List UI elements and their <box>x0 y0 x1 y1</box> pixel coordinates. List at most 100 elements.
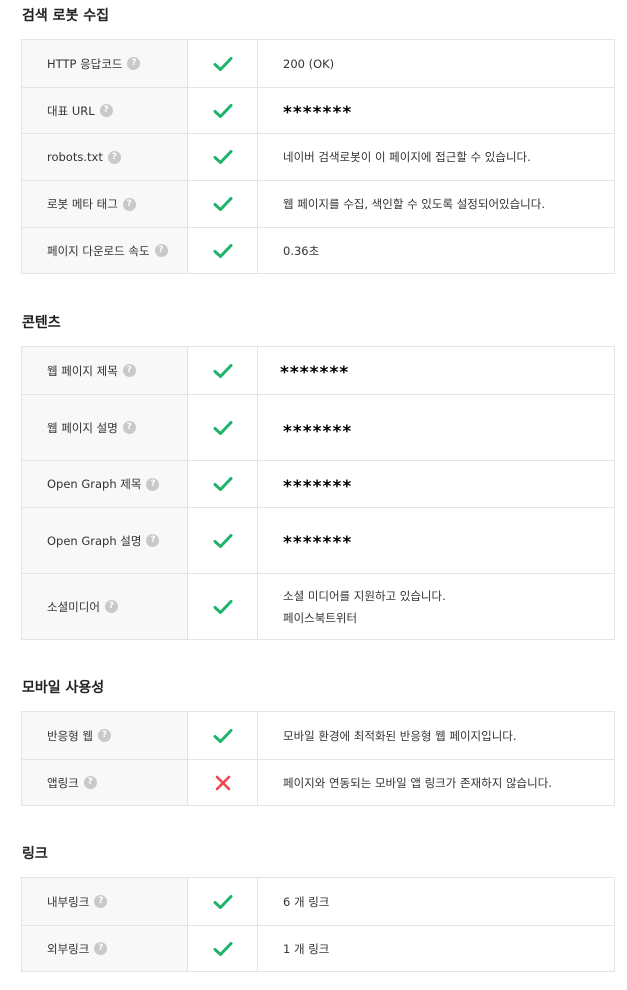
table-row: 외부링크 ? 1 개 링크 <box>22 925 614 971</box>
row-label-cell: 로봇 메타 태그 ? <box>22 181 188 227</box>
help-icon[interactable]: ? <box>94 942 108 955</box>
status-cell <box>188 395 258 460</box>
row-label-cell: 반응형 웹 ? <box>22 712 188 759</box>
row-label-cell: 앱링크 ? <box>22 760 188 805</box>
check-icon <box>213 103 233 119</box>
row-value: 소셜 미디어를 지원하고 있습니다. <box>283 588 446 603</box>
row-label: 페이지 다운로드 속도 <box>47 243 150 258</box>
check-icon <box>213 728 233 744</box>
row-label: 웹 페이지 제목 <box>47 363 118 378</box>
status-cell <box>188 228 258 273</box>
table-row: 앱링크 ? 페이지와 연동되는 모바일 앱 링크가 존재하지 않습니다. <box>22 759 614 805</box>
status-cell <box>188 134 258 180</box>
check-icon <box>213 599 233 615</box>
check-icon <box>213 476 233 492</box>
row-value-social-list: 페이스북트위터 <box>283 610 358 625</box>
row-value-cell: ******* <box>258 88 614 133</box>
help-icon[interactable]: ? <box>122 421 136 434</box>
row-value-masked: ******* <box>280 362 350 383</box>
help-icon[interactable]: ? <box>94 895 108 908</box>
table-row: 대표 URL ? ******* <box>22 87 614 133</box>
row-value: 페이지와 연동되는 모바일 앱 링크가 존재하지 않습니다. <box>283 775 552 790</box>
status-cell <box>188 926 258 971</box>
row-value-cell: ******* <box>258 461 614 507</box>
row-value: 모바일 환경에 최적화된 반응형 웹 페이지입니다. <box>283 728 517 743</box>
check-icon <box>213 533 233 549</box>
table-row: 내부링크 ? 6 개 링크 <box>22 878 614 925</box>
row-label: 웹 페이지 설명 <box>47 420 118 435</box>
row-value-cell: 페이지와 연동되는 모바일 앱 링크가 존재하지 않습니다. <box>258 760 614 805</box>
help-icon[interactable]: ? <box>122 197 136 211</box>
help-icon[interactable]: ? <box>154 244 168 257</box>
help-icon[interactable]: ? <box>146 477 160 491</box>
status-cell <box>188 878 258 925</box>
help-icon[interactable]: ? <box>83 776 97 789</box>
row-value-cell: ******* <box>258 395 614 460</box>
row-value-masked: ******* <box>283 421 353 442</box>
status-cell <box>188 712 258 759</box>
content-table: 웹 페이지 제목 ? ******* 웹 페이지 설명 ? ******* Op… <box>21 346 615 640</box>
table-row: 반응형 웹 ? 모바일 환경에 최적화된 반응형 웹 페이지입니다. <box>22 712 614 759</box>
table-row: 웹 페이지 설명 ? ******* <box>22 394 614 460</box>
row-label-cell: 페이지 다운로드 속도 ? <box>22 228 188 273</box>
row-value-masked: ******* <box>283 102 353 123</box>
help-icon[interactable]: ? <box>104 600 118 613</box>
row-value: 1 개 링크 <box>283 941 330 956</box>
table-row: 페이지 다운로드 속도 ? 0.36초 <box>22 227 614 273</box>
section-title-mobile: 모바일 사용성 <box>22 680 105 696</box>
mobile-table: 반응형 웹 ? 모바일 환경에 최적화된 반응형 웹 페이지입니다. 앱링크 ?… <box>21 711 615 806</box>
row-value-cell: ******* <box>258 508 614 573</box>
table-row: Open Graph 제목 ? ******* <box>22 460 614 507</box>
row-value-cell: ******* <box>258 347 614 394</box>
row-value-masked: ******* <box>283 477 353 497</box>
help-icon[interactable]: ? <box>99 104 113 117</box>
table-row: Open Graph 설명 ? ******* <box>22 507 614 573</box>
check-icon <box>213 420 233 436</box>
row-label: robots.txt <box>47 150 103 164</box>
help-icon[interactable]: ? <box>97 729 111 742</box>
row-value: 웹 페이지를 수집, 색인할 수 있도록 설정되어있습니다. <box>283 197 546 211</box>
row-label: HTTP 응답코드 <box>47 56 123 71</box>
row-label-cell: Open Graph 제목 ? <box>22 461 188 507</box>
status-cell <box>188 347 258 394</box>
row-label-cell: robots.txt ? <box>22 134 188 180</box>
row-value-cell: 웹 페이지를 수집, 색인할 수 있도록 설정되어있습니다. <box>258 181 614 227</box>
check-icon <box>213 941 233 957</box>
row-label: Open Graph 제목 <box>47 477 142 491</box>
row-label: 로봇 메타 태그 <box>47 197 118 211</box>
help-icon[interactable]: ? <box>107 150 121 164</box>
cross-icon <box>214 774 232 792</box>
check-icon <box>213 363 233 379</box>
help-icon[interactable]: ? <box>127 57 141 70</box>
section-title-crawl: 검색 로봇 수집 <box>22 8 110 24</box>
row-label: Open Graph 설명 <box>47 533 142 548</box>
status-cell <box>188 574 258 639</box>
table-row: robots.txt ? 네이버 검색로봇이 이 페이지에 접근할 수 있습니다… <box>22 133 614 180</box>
help-icon[interactable]: ? <box>146 534 160 547</box>
row-label-cell: 웹 페이지 제목 ? <box>22 347 188 394</box>
row-label: 대표 URL <box>47 103 95 118</box>
status-cell <box>188 461 258 507</box>
links-table: 내부링크 ? 6 개 링크 외부링크 ? 1 개 링크 <box>21 877 615 972</box>
table-row: HTTP 응답코드 ? 200 (OK) <box>22 40 614 87</box>
row-value-cell: 네이버 검색로봇이 이 페이지에 접근할 수 있습니다. <box>258 134 614 180</box>
row-value-cell: 소셜 미디어를 지원하고 있습니다. 페이스북트위터 <box>258 574 614 639</box>
row-value: 네이버 검색로봇이 이 페이지에 접근할 수 있습니다. <box>283 150 531 164</box>
row-label: 앱링크 <box>47 775 79 790</box>
help-icon[interactable]: ? <box>122 364 136 377</box>
check-icon <box>213 243 233 259</box>
status-cell <box>188 88 258 133</box>
row-value-cell: 1 개 링크 <box>258 926 614 971</box>
status-cell <box>188 760 258 805</box>
check-icon <box>213 149 233 165</box>
row-label: 내부링크 <box>47 894 90 909</box>
row-value-cell: 200 (OK) <box>258 40 614 87</box>
table-row: 로봇 메타 태그 ? 웹 페이지를 수집, 색인할 수 있도록 설정되어있습니다… <box>22 180 614 227</box>
row-label-cell: HTTP 응답코드 ? <box>22 40 188 87</box>
check-icon <box>213 196 233 212</box>
status-cell <box>188 181 258 227</box>
status-cell <box>188 508 258 573</box>
row-label: 외부링크 <box>47 941 90 956</box>
row-label-cell: 소셜미디어 ? <box>22 574 188 639</box>
status-cell <box>188 40 258 87</box>
